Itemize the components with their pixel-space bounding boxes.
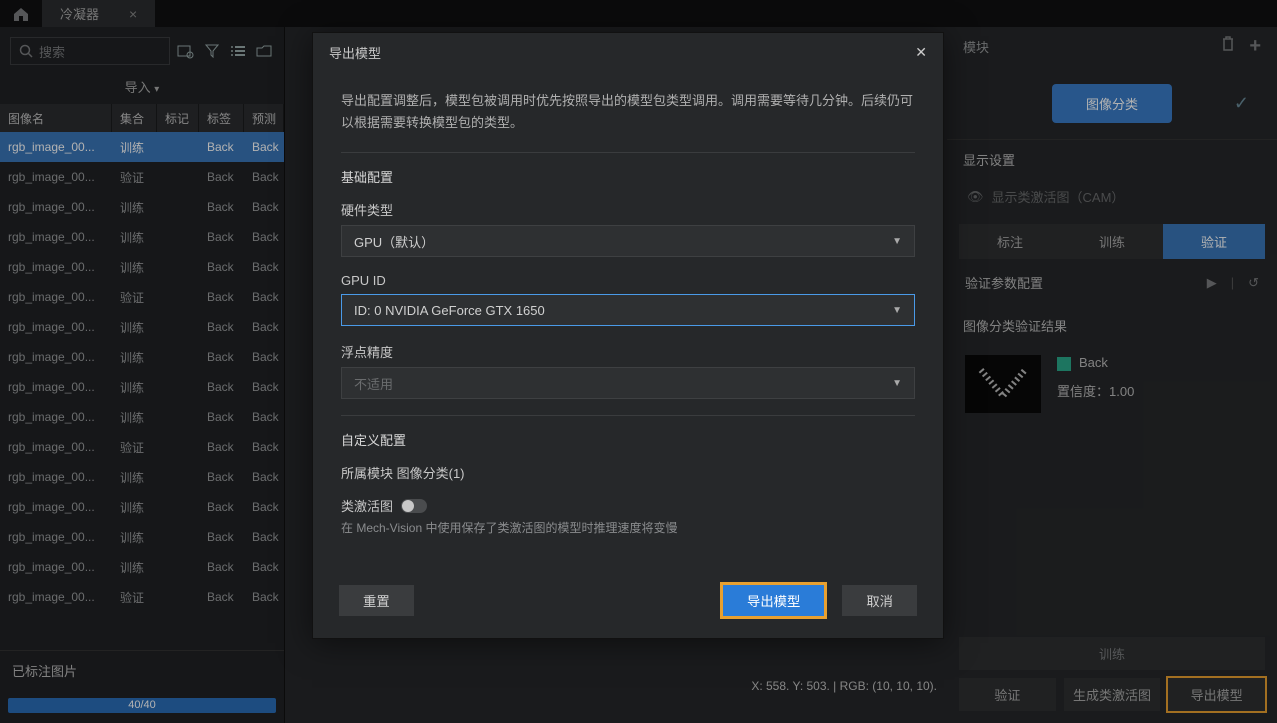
export-model-dialog: 导出模型 ✕ 导出配置调整后，模型包被调用时优先按照导出的模型包类型调用。调用需… xyxy=(312,32,944,639)
hardware-type-select[interactable]: GPU（默认）▼ xyxy=(341,225,915,257)
cam-hint: 在 Mech-Vision 中使用保存了类激活图的模型时推理速度将变慢 xyxy=(341,519,915,536)
float-precision-select: 不适用▼ xyxy=(341,367,915,399)
gpu-id-select[interactable]: ID: 0 NVIDIA GeForce GTX 1650▼ xyxy=(341,294,915,326)
module-owner-label: 所属模块 图像分类(1) xyxy=(341,463,915,482)
chevron-down-icon: ▼ xyxy=(892,236,902,247)
gpu-id-label: GPU ID xyxy=(341,273,915,288)
reset-button[interactable]: 重置 xyxy=(339,585,414,616)
modal-title: 导出模型 xyxy=(329,43,381,62)
chevron-down-icon: ▼ xyxy=(892,378,902,389)
hardware-type-label: 硬件类型 xyxy=(341,200,915,219)
float-precision-label: 浮点精度 xyxy=(341,342,915,361)
export-button[interactable]: 导出模型 xyxy=(723,585,824,616)
basic-config-title: 基础配置 xyxy=(341,167,915,186)
cam-toggle[interactable] xyxy=(401,499,427,513)
cam-toggle-label: 类激活图 xyxy=(341,496,393,515)
chevron-down-icon: ▼ xyxy=(892,305,902,316)
close-icon[interactable]: ✕ xyxy=(915,44,927,61)
modal-description: 导出配置调整后，模型包被调用时优先按照导出的模型包类型调用。调用需要等待几分钟。… xyxy=(341,90,915,134)
custom-config-title: 自定义配置 xyxy=(341,430,915,449)
cancel-button[interactable]: 取消 xyxy=(842,585,917,616)
